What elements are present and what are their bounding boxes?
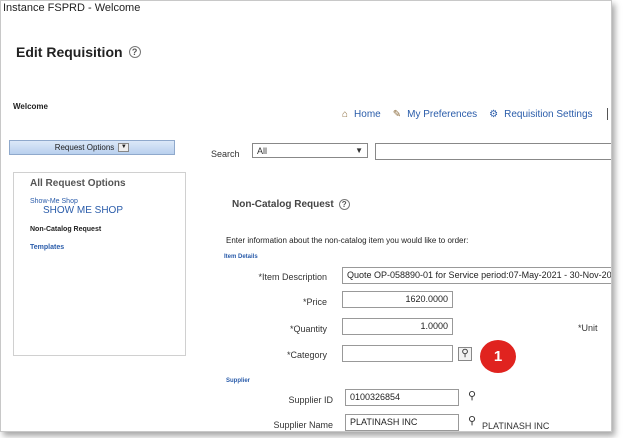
- non-catalog-request-title: Non-Catalog Request?: [232, 199, 350, 210]
- nav-home-label[interactable]: Home: [354, 109, 381, 120]
- dropdown-arrow-icon[interactable]: ▼: [118, 143, 130, 152]
- panel-title: All Request Options: [30, 178, 126, 189]
- nav-settings-label[interactable]: Requisition Settings: [504, 109, 592, 120]
- category-lookup-icon[interactable]: ⚲: [458, 347, 472, 361]
- request-options-label: Request Options: [54, 143, 115, 152]
- category-field[interactable]: [342, 345, 453, 362]
- search-label: Search: [211, 149, 240, 159]
- top-navigation: ⌂ Home ✎ My Preferences ⚙ Requisition Se…: [342, 108, 608, 120]
- page-title: Edit Requisition?: [16, 44, 141, 60]
- nav-home[interactable]: ⌂ Home: [342, 109, 381, 120]
- gear-icon: ⚙: [489, 108, 499, 120]
- search-category-value: All: [257, 145, 268, 156]
- quantity-field[interactable]: 1.0000: [342, 318, 453, 335]
- category-label: *Category: [286, 350, 327, 360]
- search-input[interactable]: [375, 143, 611, 160]
- home-icon: ⌂: [342, 108, 349, 120]
- screenshot-frame: Instance FSPRD - Welcome Edit Requisitio…: [0, 0, 612, 432]
- nav-preferences-label[interactable]: My Preferences: [407, 109, 477, 120]
- form-instructions: Enter information about the non-catalog …: [226, 236, 469, 245]
- nav-divider: [606, 108, 608, 120]
- help-icon[interactable]: ?: [338, 199, 350, 210]
- show-me-shop-link-small[interactable]: Show-Me Shop: [30, 198, 78, 205]
- window-title: Instance FSPRD - Welcome: [3, 2, 141, 14]
- non-catalog-request-link[interactable]: Non-Catalog Request: [30, 226, 101, 233]
- page-title-text: Edit Requisition: [16, 44, 123, 60]
- form-title-text: Non-Catalog Request: [232, 199, 334, 211]
- supplier-name-field[interactable]: PLATINASH INC: [345, 414, 459, 431]
- item-description-label: *Item Description: [258, 272, 327, 282]
- nav-my-preferences[interactable]: ✎ My Preferences: [393, 109, 477, 120]
- supplier-id-field[interactable]: 0100326854: [345, 389, 459, 406]
- callout-step-badge: 1: [480, 340, 516, 373]
- show-me-shop-link[interactable]: SHOW ME SHOP: [43, 205, 123, 216]
- price-label: *Price: [302, 297, 327, 307]
- quantity-label: *Quantity: [289, 324, 327, 334]
- item-details-heading: Item Details: [224, 254, 258, 260]
- unit-label: *Unit: [578, 323, 598, 333]
- welcome-text: Welcome: [13, 102, 48, 111]
- supplier-name-lookup-icon[interactable]: ⚲: [468, 414, 476, 427]
- item-description-field[interactable]: Quote OP-058890-01 for Service period:07…: [342, 267, 611, 284]
- help-icon[interactable]: ?: [128, 46, 141, 59]
- request-options-panel: All Request Options Show-Me Shop SHOW ME…: [13, 172, 186, 356]
- templates-link[interactable]: Templates: [30, 244, 64, 251]
- supplier-id-lookup-icon[interactable]: ⚲: [468, 389, 476, 402]
- request-options-button[interactable]: Request Options ▼: [9, 140, 175, 155]
- search-category-select[interactable]: All ▼: [252, 143, 368, 158]
- pencil-icon: ✎: [392, 108, 402, 120]
- supplier-id-label: Supplier ID: [288, 395, 333, 405]
- supplier-heading: Supplier: [226, 378, 251, 384]
- price-field[interactable]: 1620.0000: [342, 291, 453, 308]
- chevron-down-icon: ▼: [355, 146, 363, 155]
- supplier-name-display: PLATINASH INC: [482, 421, 550, 431]
- nav-requisition-settings[interactable]: ⚙ Requisition Settings: [489, 109, 592, 120]
- supplier-name-label: Supplier Name: [273, 420, 333, 430]
